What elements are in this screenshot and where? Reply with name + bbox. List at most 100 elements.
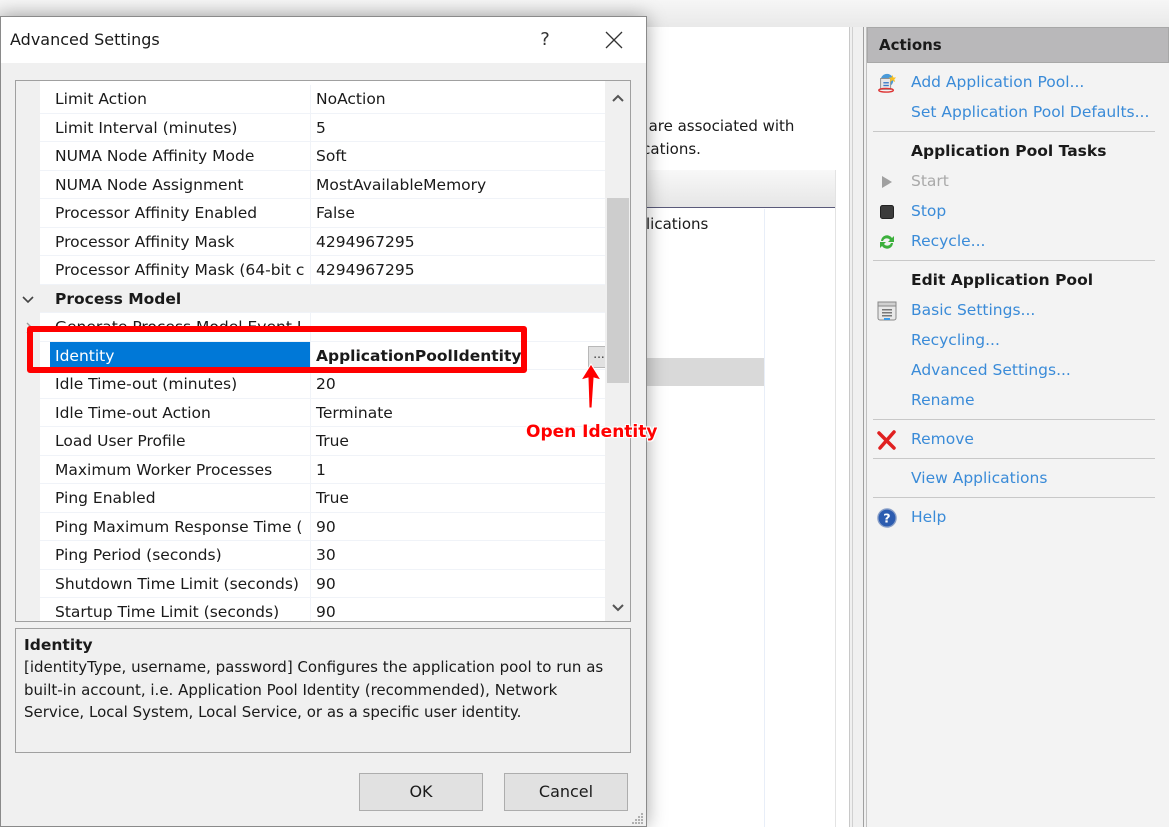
property-name: Load User Profile bbox=[55, 432, 186, 450]
description-line: s are associated with bbox=[636, 117, 795, 135]
property-value: False bbox=[316, 204, 355, 222]
close-button[interactable] bbox=[599, 25, 629, 55]
property-row[interactable]: Processor Affinity Mask 4294967295 bbox=[40, 227, 605, 256]
stop-icon bbox=[877, 202, 897, 222]
action-advanced-settings[interactable]: Advanced Settings... bbox=[867, 355, 1169, 385]
table-header bbox=[646, 170, 835, 208]
resize-grip-icon[interactable] bbox=[632, 812, 644, 824]
column-divider bbox=[310, 427, 311, 455]
pane-splitter[interactable] bbox=[852, 27, 864, 827]
property-name: Identity bbox=[50, 341, 310, 369]
property-value bbox=[316, 313, 586, 341]
column-divider bbox=[310, 370, 311, 398]
action-label: Set Application Pool Defaults... bbox=[911, 103, 1150, 121]
property-value: 20 bbox=[316, 375, 336, 393]
column-divider bbox=[310, 484, 311, 512]
property-value: Soft bbox=[316, 147, 347, 165]
property-row[interactable]: NUMA Node Assignment MostAvailableMemory bbox=[40, 170, 605, 199]
help-button[interactable]: ? bbox=[531, 25, 559, 55]
property-row[interactable]: NUMA Node Affinity Mode Soft bbox=[40, 142, 605, 171]
description-text: [identityType, username, password] Confi… bbox=[24, 658, 604, 721]
property-row[interactable]: Ping Period (seconds) 30 bbox=[40, 541, 605, 570]
remove-x-icon bbox=[877, 430, 897, 450]
actions-panel: Actions Add Application Pool... Set Appli… bbox=[866, 27, 1169, 827]
action-rename[interactable]: Rename bbox=[867, 385, 1169, 415]
column-divider bbox=[310, 341, 311, 369]
column-divider bbox=[310, 569, 311, 597]
property-value: 90 bbox=[316, 517, 336, 536]
scroll-thumb[interactable] bbox=[607, 198, 629, 383]
action-group-title: Edit Application Pool bbox=[911, 271, 1094, 289]
action-stop[interactable]: Stop bbox=[867, 196, 1169, 226]
property-row[interactable]: Generate Process Model Event L bbox=[26, 313, 605, 342]
property-name: Ping Maximum Response Time ( bbox=[55, 517, 303, 536]
close-icon bbox=[605, 31, 623, 49]
action-add-application-pool[interactable]: Add Application Pool... bbox=[867, 67, 1169, 97]
scroll-up-button[interactable] bbox=[605, 85, 630, 111]
column-divider bbox=[310, 598, 311, 621]
property-grid: Limit Action NoAction Limit Interval (minu… bbox=[15, 80, 631, 622]
column-divider bbox=[310, 142, 311, 170]
action-label: Rename bbox=[911, 391, 975, 409]
property-row[interactable]: Startup Time Limit (seconds) 90 bbox=[40, 598, 605, 621]
scroll-down-button[interactable] bbox=[605, 595, 630, 621]
property-name: Limit Interval (minutes) bbox=[55, 118, 238, 137]
property-row[interactable]: Maximum Worker Processes 1 bbox=[40, 455, 605, 484]
property-row[interactable]: Identity ApplicationPoolIdentity... bbox=[40, 341, 610, 370]
chevron-down-icon bbox=[612, 604, 624, 612]
description-title: Identity bbox=[24, 636, 93, 654]
column-divider bbox=[310, 113, 311, 141]
help-icon: ? bbox=[877, 508, 897, 528]
column-divider bbox=[310, 512, 311, 540]
column-divider bbox=[310, 455, 311, 483]
action-label: View Applications bbox=[911, 469, 1048, 487]
ok-button[interactable]: OK bbox=[359, 773, 483, 811]
grid-gutter bbox=[16, 81, 40, 621]
property-row[interactable]: Load User Profile True bbox=[40, 427, 605, 456]
property-row[interactable]: Ping Enabled True bbox=[40, 484, 605, 513]
property-row[interactable]: Shutdown Time Limit (seconds) 90 bbox=[40, 569, 605, 598]
action-remove[interactable]: Remove bbox=[867, 424, 1169, 454]
column-divider bbox=[310, 199, 311, 227]
svg-text:?: ? bbox=[883, 511, 890, 526]
property-row[interactable]: Processor Affinity Mask (64-bit c 4294967… bbox=[40, 256, 605, 285]
collapse-chevron-icon[interactable] bbox=[21, 293, 35, 307]
action-label: Basic Settings... bbox=[911, 301, 1036, 319]
property-row[interactable]: Processor Affinity Enabled False bbox=[40, 199, 605, 228]
property-name: Startup Time Limit (seconds) bbox=[55, 603, 280, 621]
action-basic-settings[interactable]: Basic Settings... bbox=[867, 295, 1169, 325]
property-row[interactable]: Idle Time-out Action Terminate bbox=[40, 398, 605, 427]
action-label: Recycle... bbox=[911, 232, 986, 250]
action-recycle[interactable]: Recycle... bbox=[867, 226, 1169, 256]
vertical-scrollbar[interactable] bbox=[605, 81, 630, 621]
column-divider bbox=[310, 541, 311, 569]
table-cell: lications bbox=[646, 215, 709, 233]
column-divider bbox=[310, 85, 311, 113]
property-name: NUMA Node Affinity Mode bbox=[55, 147, 255, 165]
expand-chevron-icon[interactable] bbox=[23, 321, 37, 335]
property-row[interactable]: Limit Action NoAction bbox=[40, 85, 605, 114]
property-category[interactable]: Process Model bbox=[22, 284, 605, 313]
property-value: 1 bbox=[316, 460, 326, 479]
action-recycling[interactable]: Recycling... bbox=[867, 325, 1169, 355]
action-start: Start bbox=[867, 166, 1169, 196]
add-app-pool-icon bbox=[877, 73, 897, 93]
property-name: Process Model bbox=[55, 289, 182, 308]
property-value: True bbox=[316, 489, 349, 507]
property-name: Ping Enabled bbox=[55, 489, 156, 507]
actions-list: Add Application Pool... Set Application P… bbox=[867, 63, 1169, 532]
property-value[interactable]: ApplicationPoolIdentity bbox=[316, 342, 586, 370]
annotation-arrow-icon bbox=[579, 363, 603, 409]
property-value: 5 bbox=[316, 118, 326, 137]
property-row[interactable]: Limit Interval (minutes) 5 bbox=[40, 113, 605, 142]
property-row[interactable]: Idle Time-out (minutes) 20 bbox=[40, 370, 605, 399]
description-line: ications. bbox=[638, 140, 701, 158]
action-separator bbox=[873, 497, 1155, 498]
table-row-selected[interactable] bbox=[646, 358, 764, 386]
action-help[interactable]: ? Help bbox=[867, 502, 1169, 532]
property-name: Limit Action bbox=[55, 90, 147, 108]
property-row[interactable]: Ping Maximum Response Time ( 90 bbox=[40, 512, 605, 541]
cancel-button[interactable]: Cancel bbox=[504, 773, 628, 811]
action-set-application-pool-defaults[interactable]: Set Application Pool Defaults... bbox=[867, 97, 1169, 127]
action-view-applications[interactable]: View Applications bbox=[867, 463, 1169, 493]
